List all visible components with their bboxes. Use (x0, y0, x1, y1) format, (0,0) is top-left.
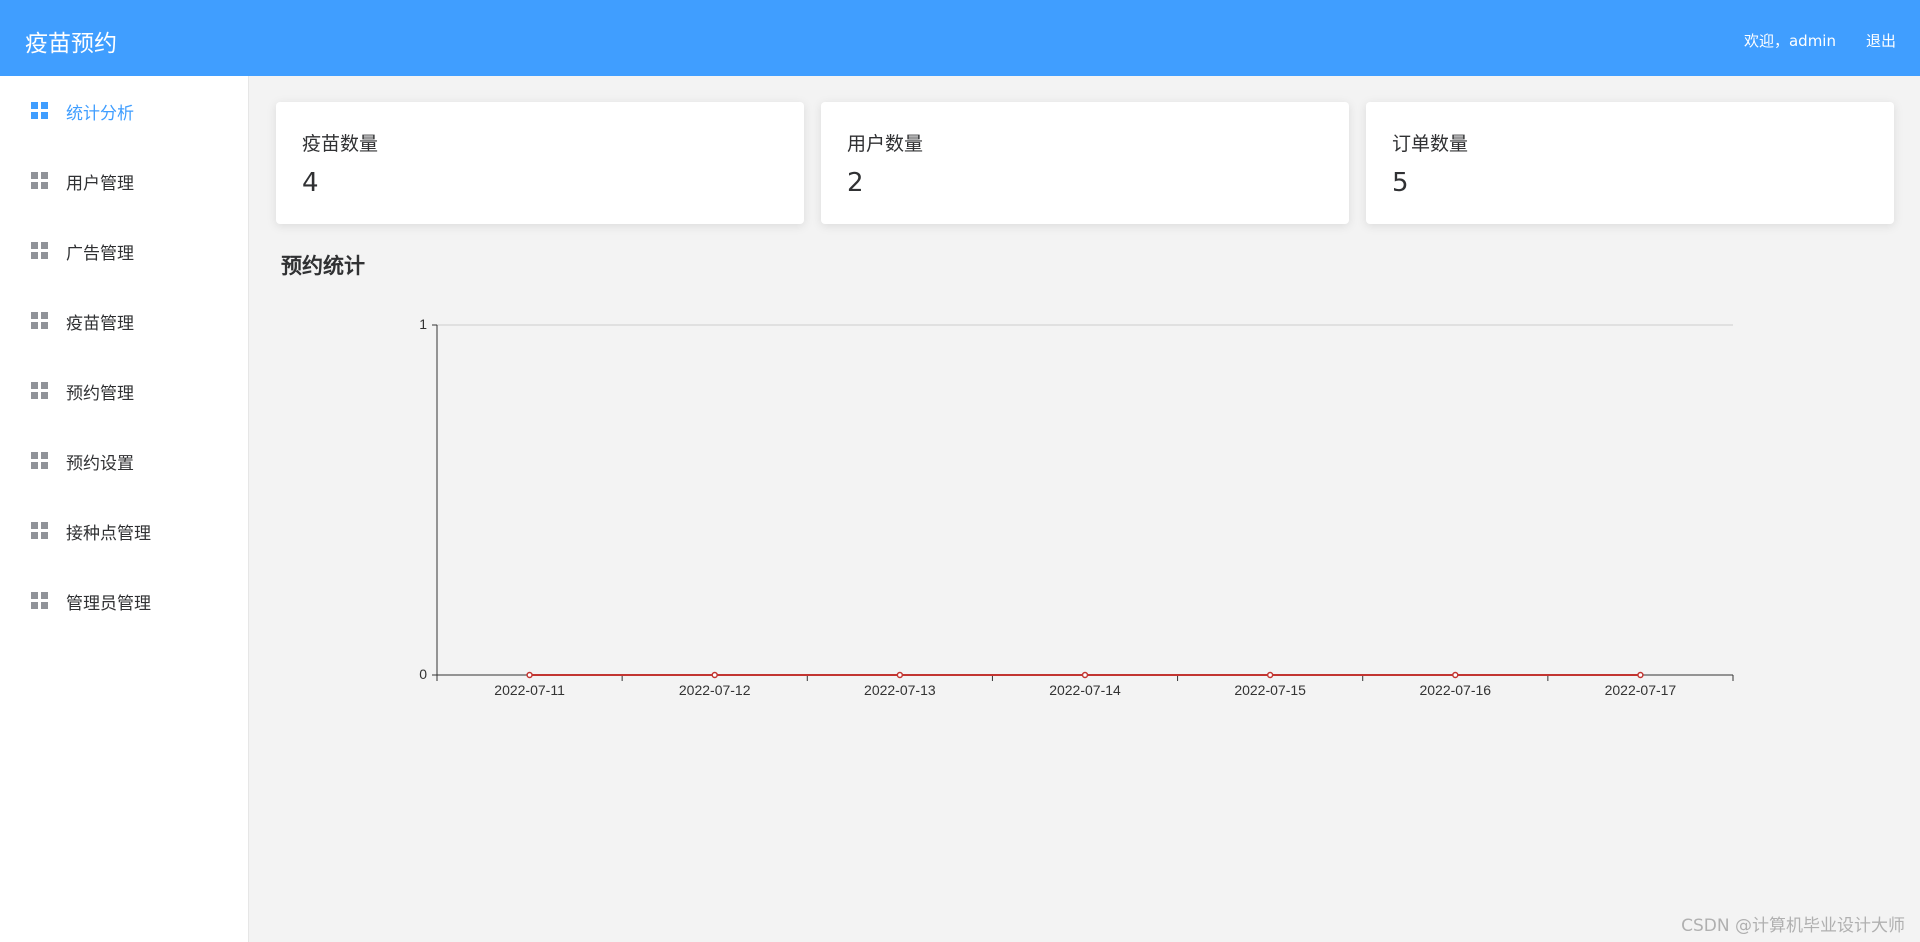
sidebar-item-sites[interactable]: 接种点管理 (0, 496, 248, 566)
grid-icon (31, 102, 49, 120)
section-title: 预约统计 (281, 254, 365, 278)
sidebar-item-users[interactable]: 用户管理 (0, 146, 248, 216)
grid-icon (31, 312, 49, 330)
stat-card-orders: 订单数量 5 (1366, 102, 1894, 224)
grid-icon (31, 242, 49, 260)
sidebar-item-appointment-settings[interactable]: 预约设置 (0, 426, 248, 496)
data-point (1266, 671, 1274, 679)
data-point (1452, 671, 1459, 679)
data-point (1081, 671, 1089, 679)
x-tick-label: 2022-07-14 (1049, 682, 1121, 698)
stat-card-users: 用户数量 2 (821, 102, 1349, 224)
data-point (711, 671, 718, 679)
welcome-text: 欢迎，admin (1743, 32, 1836, 50)
header-user-area: 欢迎，admin 退出 (1744, 30, 1896, 51)
x-tick-label: 2022-07-17 (1605, 682, 1677, 698)
logout-link[interactable]: 退出 (1866, 30, 1896, 51)
stat-card-vaccines: 疫苗数量 4 (276, 102, 804, 224)
stat-card-title: 用户数量 (847, 133, 924, 155)
sidebar-item-appointments[interactable]: 预约管理 (0, 356, 248, 426)
grid-icon (31, 382, 49, 400)
sidebar-item-label: 广告管理 (66, 243, 134, 264)
sidebar-menu: 统计分析 用户管理 广告管理 疫苗管理 预约管理 预约设置 接种点管理 管理员管… (0, 76, 249, 942)
x-tick-label: 2022-07-13 (864, 682, 936, 698)
x-tick-label: 2022-07-16 (1419, 682, 1491, 698)
x-tick-label: 2022-07-11 (494, 682, 565, 698)
sidebar-item-label: 预约设置 (66, 453, 134, 474)
sidebar-item-admins[interactable]: 管理员管理 (0, 566, 248, 636)
sidebar-item-label: 疫苗管理 (66, 313, 134, 334)
appointment-line-chart: 0 1 2022-07-11 2022-07-12 2022-07-13 2022-07-… (419, 316, 1734, 698)
stat-card-title: 疫苗数量 (302, 133, 379, 155)
grid-icon (31, 592, 49, 610)
stat-card-value: 2 (847, 168, 864, 198)
grid-icon (31, 452, 49, 470)
data-point (1637, 671, 1644, 679)
stat-card-value: 5 (1392, 168, 1409, 198)
grid-icon (31, 172, 49, 190)
x-tick-label: 2022-07-12 (679, 682, 751, 698)
sidebar-item-ads[interactable]: 广告管理 (0, 216, 248, 286)
y-tick-label: 1 (419, 316, 427, 332)
y-tick-label: 0 (419, 666, 427, 682)
sidebar-item-label: 接种点管理 (66, 523, 151, 544)
top-header: 疫苗预约 欢迎，admin 退出 (0, 0, 1920, 76)
sidebar-item-label: 管理员管理 (66, 593, 151, 614)
data-point (896, 671, 904, 679)
sidebar-item-label: 统计分析 (66, 103, 134, 124)
stat-card-title: 订单数量 (1392, 133, 1469, 155)
sidebar-item-statistics[interactable]: 统计分析 (0, 76, 248, 146)
sidebar-item-label: 预约管理 (66, 383, 134, 404)
grid-icon (31, 522, 49, 540)
sidebar-item-vaccines[interactable]: 疫苗管理 (0, 286, 248, 356)
x-tick-label: 2022-07-15 (1234, 682, 1306, 698)
app-title: 疫苗预约 (25, 31, 117, 57)
stat-card-value: 4 (302, 168, 319, 198)
data-point (526, 671, 533, 679)
sidebar-item-label: 用户管理 (66, 173, 134, 194)
watermark: CSDN @计算机毕业设计大师 (1681, 916, 1905, 936)
